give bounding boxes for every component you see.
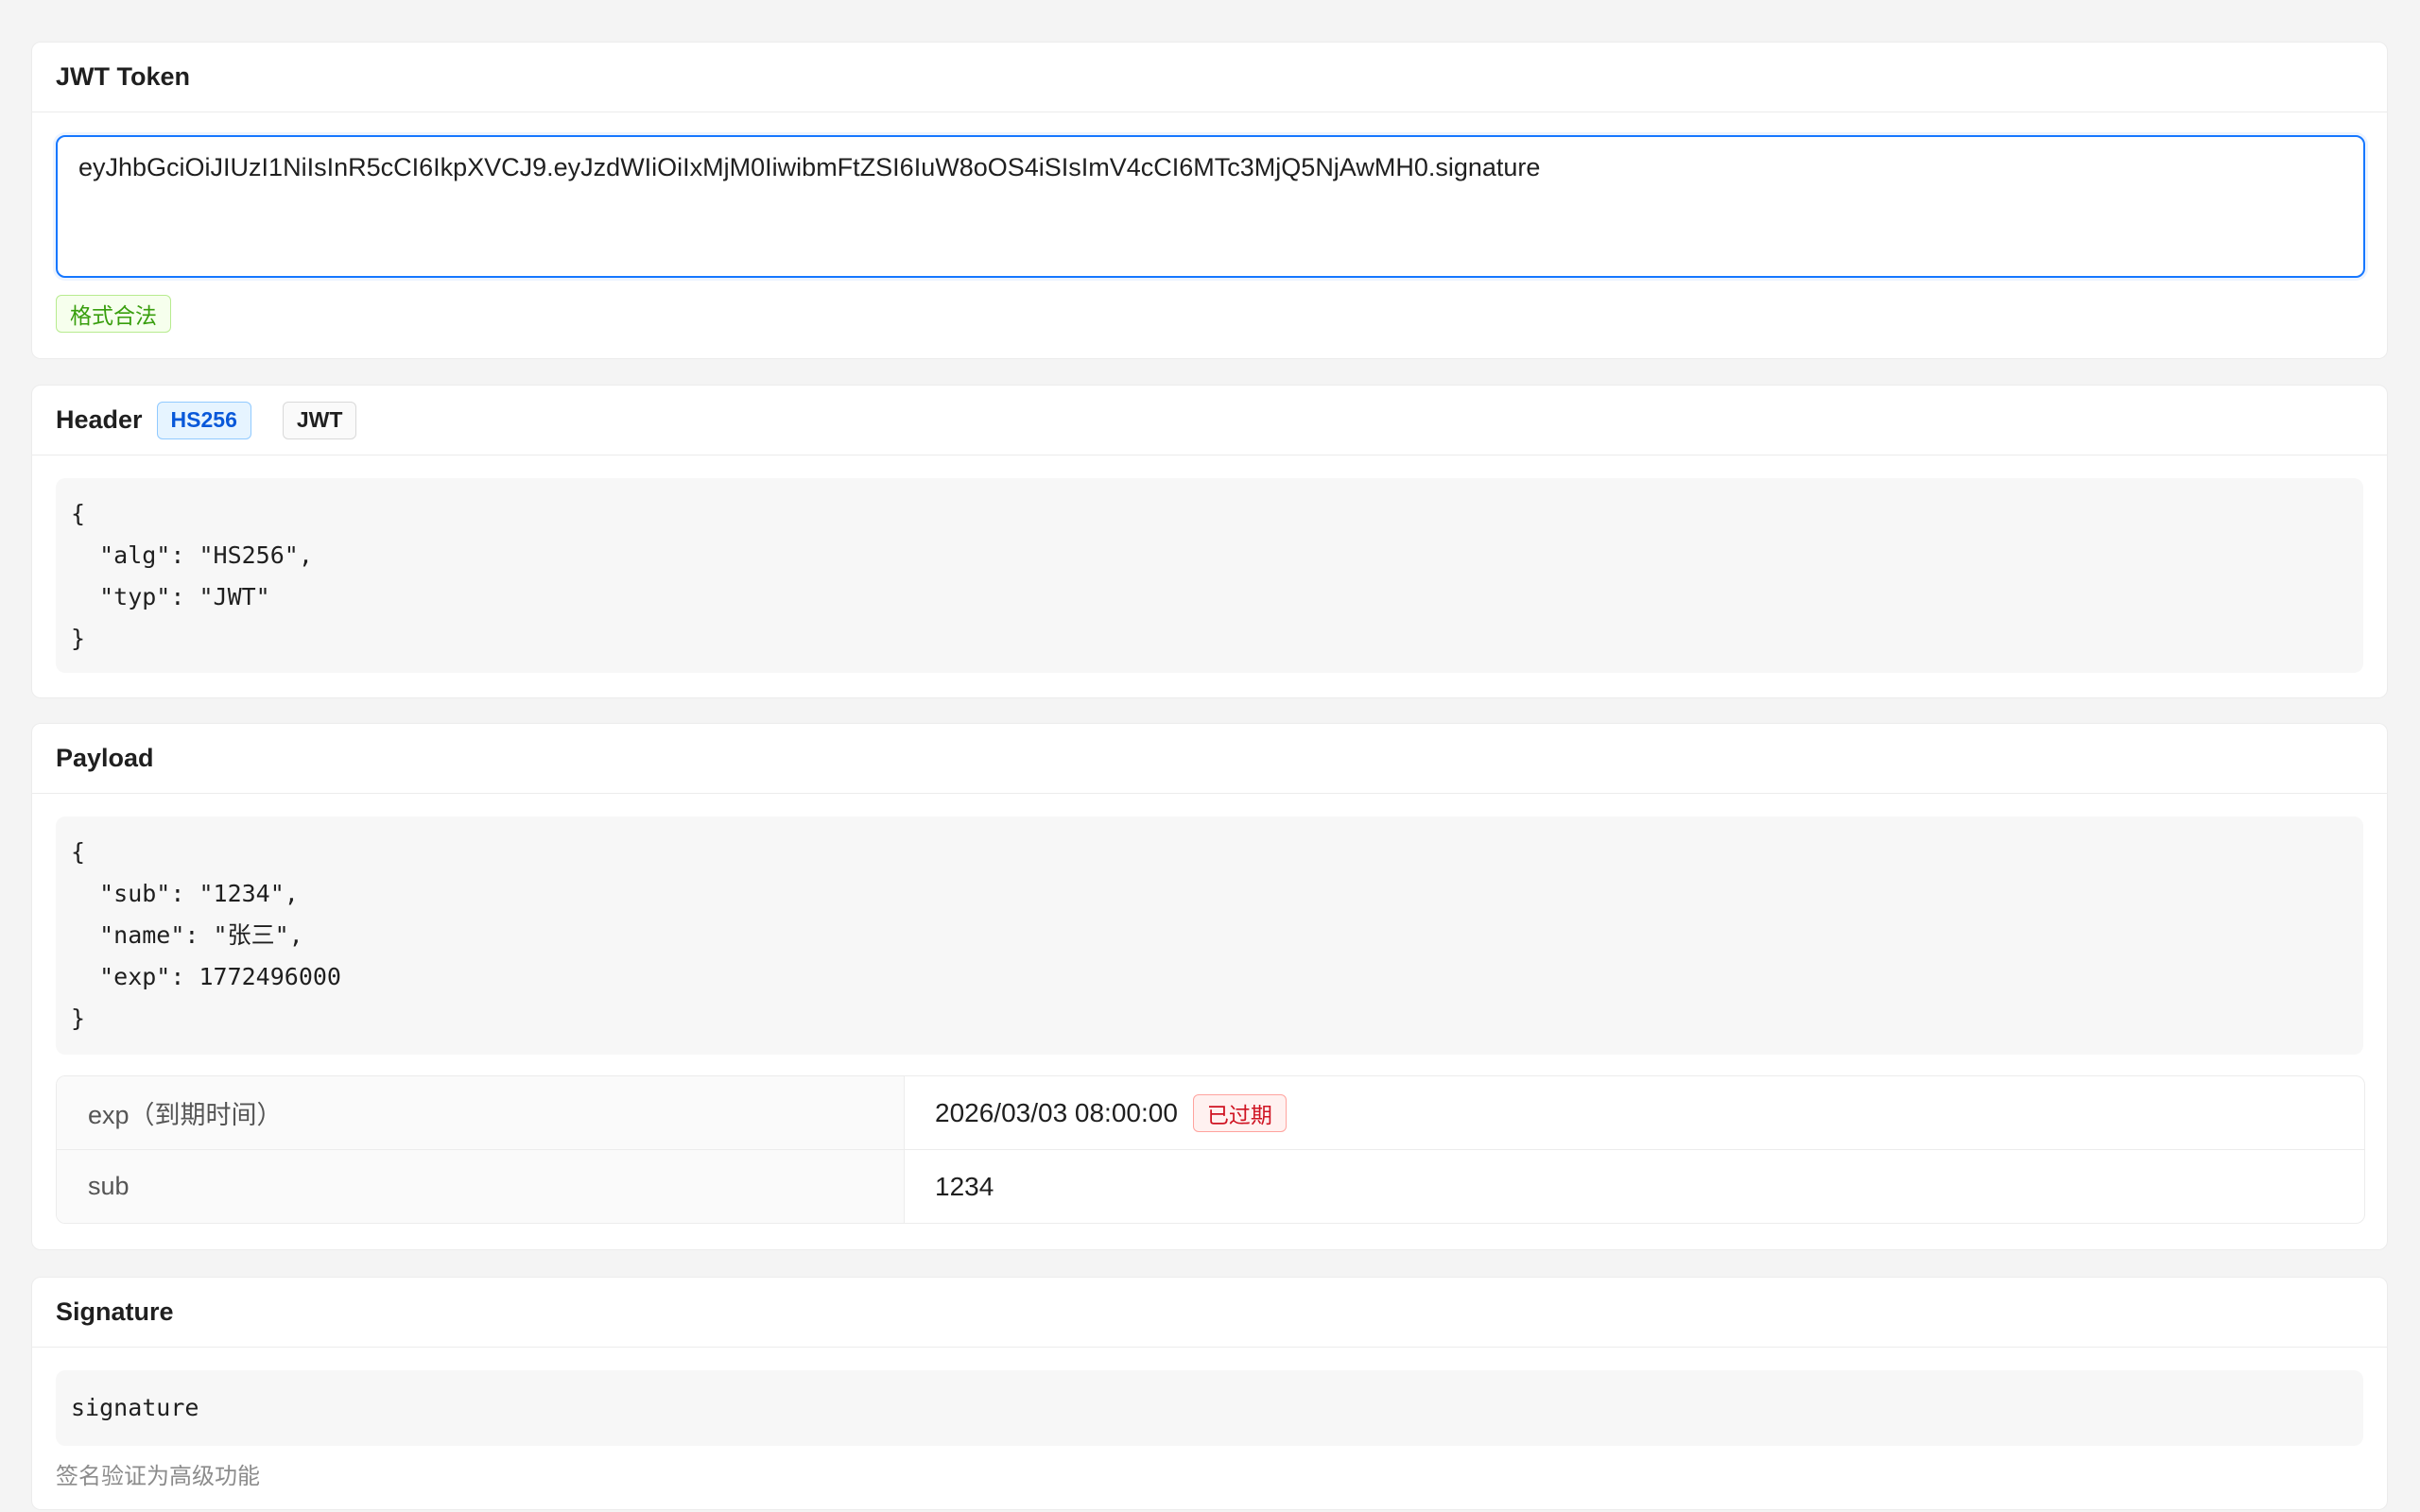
claims-row-sub: sub 1234 [57,1150,2364,1223]
alg-tag: HS256 [156,401,251,439]
jwt-token-card-header: JWT Token [32,43,2387,112]
jwt-token-title: JWT Token [56,62,191,91]
exp-datetime: 2026/03/03 08:00:00 [935,1097,1178,1127]
header-card-header: Header HS256 JWT [32,386,2387,455]
claims-value-sub: 1234 [935,1171,994,1201]
jwt-token-input[interactable]: eyJhbGciOiJIUzI1NiIsInR5cCI6IkpXVCJ9.eyJ… [56,135,2365,278]
header-card-body: { "alg": "HS256", "typ": "JWT" } [32,455,2387,673]
header-card: Header HS256 JWT { "alg": "HS256", "typ"… [31,385,2388,698]
signature-card: Signature signature 签名验证为高级功能 [31,1277,2388,1510]
signature-card-body: signature 签名验证为高级功能 [32,1348,2387,1490]
claims-key-exp: exp（到期时间） [57,1076,905,1149]
claims-table: exp（到期时间） 2026/03/03 08:00:00 已过期 sub 12… [56,1075,2365,1224]
claims-value-exp: 2026/03/03 08:00:00 已过期 [905,1076,2364,1149]
payload-card: Payload { "sub": "1234", "name": "张三", "… [31,723,2388,1250]
signature-card-header: Signature [32,1278,2387,1348]
claims-key-sub: sub [57,1150,905,1223]
signature-code: signature [56,1370,2363,1446]
payload-card-header: Payload [32,724,2387,794]
signature-hint: 签名验证为高级功能 [56,1464,260,1489]
jwt-token-card-body: eyJhbGciOiJIUzI1NiIsInR5cCI6IkpXVCJ9.eyJ… [32,112,2387,333]
jwt-token-card: JWT Token eyJhbGciOiJIUzI1NiIsInR5cCI6Ik… [31,42,2388,359]
format-valid-tag: 格式合法 [56,295,171,333]
header-json-code: { "alg": "HS256", "typ": "JWT" } [56,478,2363,673]
typ-tag: JWT [282,401,357,439]
expired-tag: 已过期 [1192,1093,1287,1132]
payload-card-body: { "sub": "1234", "name": "张三", "exp": 17… [32,794,2387,1224]
payload-json-code: { "sub": "1234", "name": "张三", "exp": 17… [56,816,2363,1055]
payload-title: Payload [56,744,154,772]
signature-title: Signature [56,1297,174,1326]
header-title: Header [56,405,143,434]
claims-row-exp: exp（到期时间） 2026/03/03 08:00:00 已过期 [57,1076,2364,1150]
jwt-decoder-page: JWT Token eyJhbGciOiJIUzI1NiIsInR5cCI6Ik… [0,0,2420,1512]
